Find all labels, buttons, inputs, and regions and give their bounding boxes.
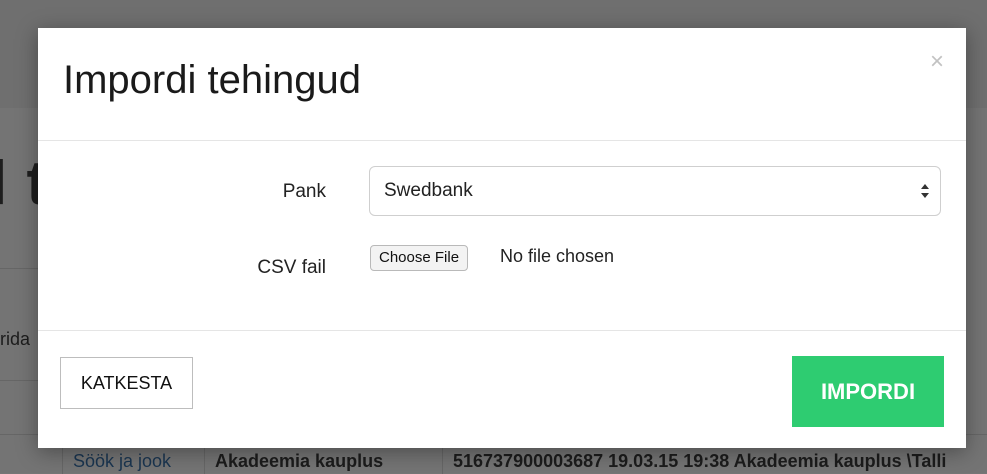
- import-modal: Impordi tehingud × Pank Swedbank CSV fai…: [38, 28, 966, 448]
- bank-select[interactable]: Swedbank: [369, 166, 941, 216]
- bank-label: Pank: [282, 181, 326, 202]
- modal-title: Impordi tehingud: [63, 58, 361, 102]
- cancel-button[interactable]: KATKESTA: [60, 357, 193, 409]
- import-button[interactable]: IMPORDI: [792, 356, 944, 427]
- background-divider: [0, 380, 38, 381]
- modal-footer: KATKESTA IMPORDI: [38, 330, 966, 449]
- choose-file-button[interactable]: Choose File: [370, 245, 469, 271]
- file-status: No file chosen: [500, 246, 615, 266]
- background-divider: [0, 268, 38, 269]
- background-side-label: rida: [0, 329, 31, 349]
- csv-label: CSV fail: [257, 257, 326, 278]
- close-icon[interactable]: ×: [930, 50, 944, 74]
- sort-arrows-icon: [920, 181, 930, 201]
- modal-header: Impordi tehingud ×: [38, 28, 966, 141]
- bank-select-value: Swedbank: [384, 180, 473, 201]
